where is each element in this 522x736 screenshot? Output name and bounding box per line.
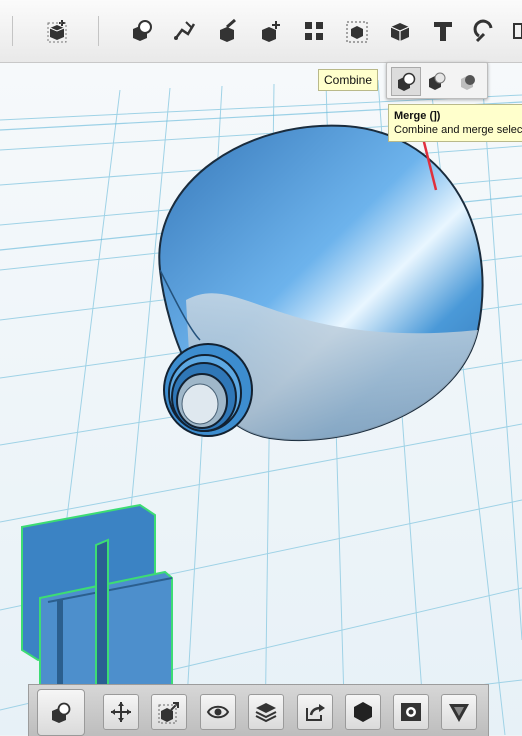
layers-button[interactable] [248, 694, 284, 730]
move-icon [111, 702, 131, 722]
subtract-button[interactable] [423, 67, 451, 94]
combine-tool-button[interactable] [37, 689, 85, 736]
construct-icon[interactable] [212, 14, 244, 48]
export-icon [306, 704, 325, 721]
material-icon [354, 702, 372, 722]
scale-button[interactable] [151, 694, 187, 730]
scene [0, 63, 522, 735]
snapshot-icon [401, 703, 421, 721]
merge-tooltip: Merge (]) Combine and merge selec [388, 104, 522, 142]
intersect-button[interactable] [455, 67, 483, 94]
scale-icon [158, 702, 179, 724]
view-button[interactable] [200, 694, 236, 730]
measure-icon[interactable] [470, 14, 502, 48]
export-button[interactable] [297, 694, 333, 730]
bottom-toolbar [28, 684, 489, 736]
combine-flyout [386, 62, 488, 99]
subtract-icon [429, 72, 446, 90]
render-button[interactable] [441, 694, 477, 730]
pattern-icon[interactable] [298, 14, 330, 48]
modify-icon[interactable] [255, 14, 287, 48]
snapshot-button[interactable] [393, 694, 429, 730]
add-object-icon[interactable] [41, 14, 73, 48]
layers-icon [255, 703, 277, 723]
move-button[interactable] [103, 694, 139, 730]
combine-icon [52, 702, 71, 723]
toolbar-separator [12, 16, 13, 46]
snap-icon[interactable] [341, 14, 373, 48]
intersect-icon [461, 74, 475, 90]
funnel-model[interactable] [158, 124, 484, 442]
material-button[interactable] [345, 694, 381, 730]
main-toolbar [0, 0, 522, 63]
combine-icon[interactable] [126, 14, 158, 48]
merge-tooltip-description: Combine and merge selec [394, 124, 522, 136]
toolbar-separator [98, 16, 99, 46]
overflow-icon[interactable] [508, 14, 522, 48]
3d-viewport[interactable] [0, 63, 522, 735]
text-icon[interactable] [427, 14, 459, 48]
combine-tooltip: Combine [318, 69, 379, 91]
merge-icon [398, 72, 416, 91]
eye-icon [206, 705, 230, 719]
merge-button[interactable] [391, 67, 421, 96]
render-icon [449, 704, 469, 722]
primitives-icon[interactable] [384, 14, 416, 48]
sketch-icon[interactable] [169, 14, 201, 48]
merge-tooltip-title: Merge (]) [394, 110, 441, 122]
